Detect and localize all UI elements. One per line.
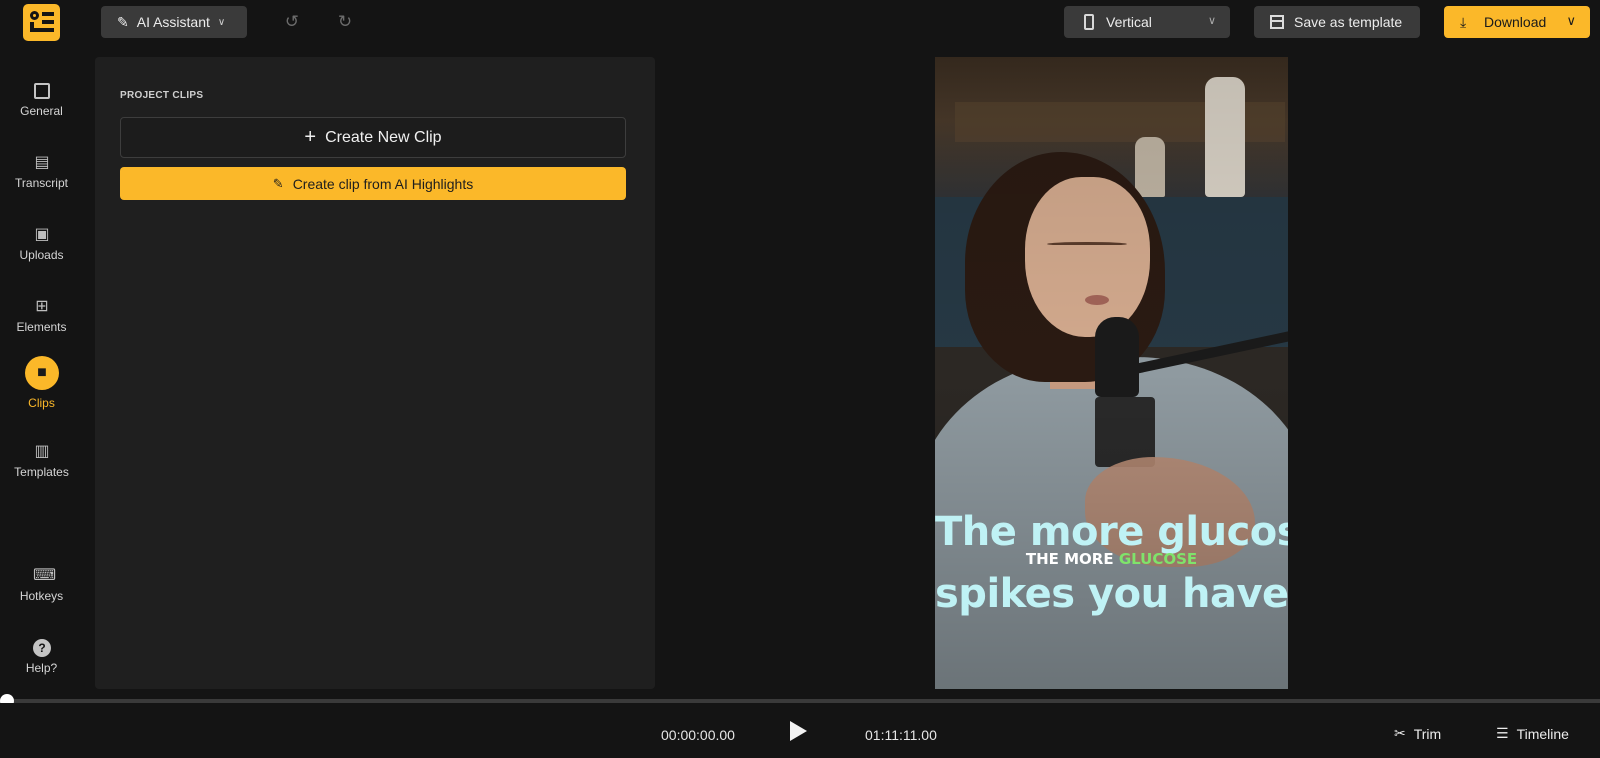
sidebar-item-templates[interactable]: ▥ Templates — [0, 433, 83, 495]
sidebar-item-general[interactable]: General — [0, 72, 83, 134]
sidebar-item-help[interactable]: ? Help? — [0, 629, 83, 691]
sidebar-item-label: Uploads — [19, 248, 64, 262]
save-as-template-button[interactable]: Save as template — [1254, 6, 1420, 38]
aspect-ratio-label: Vertical — [1106, 14, 1152, 30]
create-ai-highlights-clip-button[interactable]: ✎ Create clip from AI Highlights — [120, 167, 626, 200]
sidebar-item-clips[interactable]: ■ Clips — [0, 356, 83, 418]
sidebar-item-label: Elements — [16, 320, 67, 334]
chevron-down-icon: ∨ — [1207, 15, 1216, 27]
ai-assistant-button[interactable]: ✎ AI Assistant ∨ — [101, 6, 247, 38]
grid-icon: ⊞ — [35, 298, 49, 315]
timeline-label: Timeline — [1516, 725, 1569, 742]
sidebar-item-hotkeys[interactable]: ⌨ Hotkeys — [0, 557, 83, 619]
current-time: 00:00:00.00 — [661, 727, 735, 743]
download-button[interactable]: ⤓ Download ∨ — [1444, 6, 1590, 38]
download-label: Download — [1484, 14, 1547, 30]
player-controls: 00:00:00.00 01:11:11.00 ✂ Trim ☰ Timelin… — [0, 703, 1600, 758]
sidebar-item-label: General — [20, 104, 63, 118]
sidebar-item-transcript[interactable]: ▤ Transcript — [0, 144, 83, 206]
magic-wand-icon: ✎ — [117, 13, 129, 30]
caption-line-1: The more glucose — [935, 509, 1288, 555]
timeline-icon: ☰ — [1496, 725, 1509, 741]
total-time: 01:11:11.00 — [865, 727, 937, 743]
plus-icon: + — [304, 126, 317, 148]
chevron-down-icon: ∨ — [217, 16, 226, 28]
section-title: PROJECT CLIPS — [120, 90, 204, 101]
keyboard-icon: ⌨ — [33, 567, 57, 584]
caption-line-2: spikes you have, — [935, 571, 1288, 617]
save-as-template-label: Save as template — [1294, 14, 1403, 30]
download-icon: ⤓ — [1460, 14, 1467, 30]
ai-assistant-label: AI Assistant — [136, 14, 210, 30]
chevron-down-icon: ∨ — [1566, 13, 1576, 28]
sidebar-item-label: Transcript — [15, 176, 68, 190]
redo-icon[interactable]: ↻ — [336, 13, 354, 31]
sidebar-item-label: Hotkeys — [19, 589, 64, 603]
help-icon: ? — [33, 639, 51, 657]
timeline-button[interactable]: ☰ Timeline — [1496, 725, 1569, 742]
folder-plus-icon: ▣ — [34, 226, 50, 243]
template-icon — [1270, 15, 1284, 29]
create-ai-highlights-label: Create clip from AI Highlights — [292, 175, 474, 192]
sidebar-item-label: Templates — [14, 465, 69, 479]
trim-label: Trim — [1413, 725, 1442, 742]
preview-stage: The more glucose THE MORE GLUCOSE spikes… — [655, 44, 1600, 714]
app-logo[interactable] — [23, 4, 60, 41]
sidebar-item-label: Clips — [28, 396, 55, 410]
caption-highlight-line: THE MORE GLUCOSE — [935, 550, 1288, 568]
magic-wand-icon: ✎ — [272, 175, 284, 191]
scissors-icon: ✂ — [1394, 725, 1406, 741]
document-icon: ▤ — [34, 154, 50, 171]
phone-icon — [1084, 14, 1094, 30]
sidebar-item-uploads[interactable]: ▣ Uploads — [0, 216, 83, 278]
create-new-clip-label: Create New Clip — [325, 128, 442, 146]
aspect-ratio-select[interactable]: Vertical ∨ — [1064, 6, 1230, 38]
trim-button[interactable]: ✂ Trim — [1394, 725, 1441, 742]
caption-small-highlight: GLUCOSE — [1118, 550, 1198, 568]
sidebar-item-label: Help? — [25, 661, 58, 675]
undo-icon[interactable]: ↺ — [283, 13, 301, 31]
video-preview[interactable]: The more glucose THE MORE GLUCOSE spikes… — [935, 57, 1288, 689]
layout-icon: ▥ — [34, 443, 50, 460]
sidebar: General ▤ Transcript ▣ Uploads ⊞ Element… — [0, 44, 83, 714]
create-new-clip-button[interactable]: + Create New Clip — [120, 117, 626, 158]
top-bar: ✎ AI Assistant ∨ ↺ ↻ Vertical ∨ Save as … — [0, 0, 1600, 44]
play-icon[interactable] — [790, 721, 807, 741]
sidebar-item-elements[interactable]: ⊞ Elements — [0, 288, 83, 350]
project-clips-panel: PROJECT CLIPS + Create New Clip ✎ Create… — [95, 57, 655, 689]
sliders-icon — [33, 82, 51, 100]
video-camera-icon: ■ — [25, 356, 59, 390]
caption-small-prefix: THE MORE — [1025, 550, 1119, 568]
